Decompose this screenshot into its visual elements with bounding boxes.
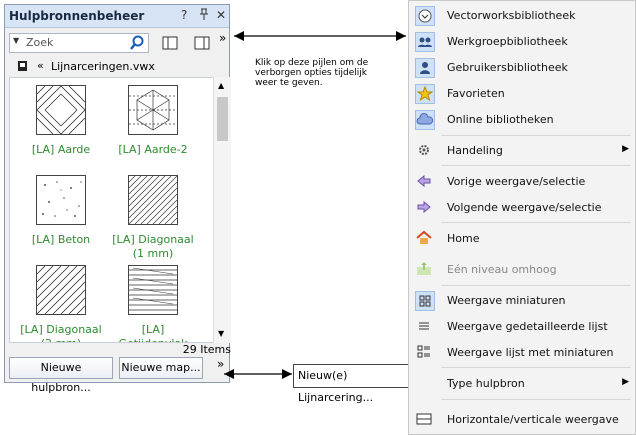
menu-item-favorites[interactable]: Favorieten (409, 81, 635, 107)
menu-separator (441, 222, 631, 223)
star-icon (415, 84, 435, 104)
hatch-thumbnail (128, 265, 178, 315)
hatch-thumbnail (128, 175, 178, 225)
menu-label: Gebruikersbibliotheek (447, 61, 568, 74)
menu-label: Weergave gedetailleerde lijst (447, 320, 608, 333)
menu-label: Werkgroepbibliotheek (447, 35, 568, 48)
hatch-thumbnail (128, 85, 178, 135)
menu-item-online-libraries[interactable]: Online bibliotheken (409, 107, 635, 133)
menu-item-user-library[interactable]: Gebruikersbibliotheek (409, 55, 635, 81)
folder-up-icon (415, 260, 435, 280)
menu-item-vectorworks-library[interactable]: Vectorworksbibliotheek (409, 3, 635, 29)
palette-title-bar[interactable]: Hulpbronnenbeheer ? ✕ (5, 5, 229, 28)
user-icon (415, 58, 435, 78)
resource-label: [LA] Diagonaal (2 mm) (20, 323, 102, 342)
menu-label: Eén niveau omhoog (447, 263, 557, 276)
menu-item-resource-type[interactable]: Type hulpbron ▶ (409, 371, 635, 397)
search-field[interactable]: ▼ Zoek (9, 33, 149, 53)
menu-label: Volgende weergave/selectie (447, 201, 602, 214)
new-hatch-button[interactable]: Nieuw(e) Lijnarcering... (293, 364, 416, 404)
hatch-thumbnail (36, 175, 86, 225)
arrow-right-icon (415, 198, 435, 218)
file-path-bar[interactable]: « Lijnarceringen.vwx (9, 59, 227, 75)
menu-separator (441, 165, 631, 166)
menu-item-next-view[interactable]: Volgende weergave/selectie (409, 195, 635, 221)
menu-label: Weergave miniaturen (447, 294, 566, 307)
menu-label: Home (447, 232, 480, 245)
gear-icon (415, 141, 435, 161)
file-icon (17, 60, 28, 75)
file-name: Lijnarceringen.vwx (51, 60, 155, 73)
menu-item-thumbnail-list-view[interactable]: Weergave lijst met miniaturen (409, 340, 635, 366)
library-icon (415, 6, 435, 26)
submenu-arrow-icon: ▶ (622, 377, 629, 387)
menu-label: Handeling (447, 144, 503, 157)
search-dropdown-icon[interactable]: ▼ (13, 36, 19, 45)
menu-label: Favorieten (447, 87, 505, 100)
thumb-list-icon (415, 343, 435, 363)
menu-item-thumbnail-view[interactable]: Weergave miniaturen (409, 288, 635, 314)
scroll-thumb[interactable] (217, 97, 228, 141)
resource-item[interactable]: [LA] Aarde-2 (109, 85, 197, 157)
resource-label: [LA] Diagonaal (1 mm) (112, 233, 194, 260)
menu-item-action[interactable]: Handeling ▶ (409, 138, 635, 164)
submenu-arrow-icon: ▶ (622, 144, 629, 154)
menu-label: Online bibliotheken (447, 113, 554, 126)
workgroup-icon (415, 32, 435, 52)
resource-item[interactable]: [LA] Diagonaal (1 mm) (109, 175, 197, 261)
callout-arrow-top (234, 31, 406, 41)
menu-item-horizontal-vertical-view[interactable]: Horizontale/verticale weergave (409, 407, 635, 433)
menu-label: Vorige weergave/selectie (447, 175, 586, 188)
menu-label: Weergave lijst met miniaturen (447, 346, 614, 359)
resource-label: [LA] Aarde (31, 143, 91, 156)
new-resource-button[interactable]: Nieuwe hulpbron... (9, 357, 113, 394)
item-count: 29 Items (182, 343, 231, 356)
scroll-down-icon[interactable]: ▼ (218, 329, 224, 338)
options-menu: Vectorworksbibliotheek Werkgroepbiblioth… (408, 0, 636, 435)
help-icon[interactable]: ? (181, 8, 187, 22)
menu-label: Type hulpbron (447, 377, 525, 390)
menu-item-previous-view[interactable]: Vorige weergave/selectie (409, 169, 635, 195)
menu-separator (441, 135, 631, 136)
resource-label: [LA] Beton (31, 233, 91, 246)
hatch-thumbnail (36, 265, 86, 315)
menu-item-detailed-list-view[interactable]: Weergave gedetailleerde lijst (409, 314, 635, 340)
resource-manager-palette: Hulpbronnenbeheer ? ✕ ▼ Zoek » « Lijnarc… (4, 4, 231, 394)
menu-separator (441, 399, 631, 400)
menu-separator (441, 367, 631, 368)
resource-label: [LA] Aarde-2 (118, 143, 188, 156)
menu-item-home[interactable]: Home (409, 226, 635, 252)
resource-grid: [LA] Aarde [LA] Aarde-2 [LA] Beton [LA] … (9, 77, 231, 343)
split-view-icon (415, 410, 435, 430)
list-view-icon (415, 317, 435, 337)
menu-label: Horizontale/verticale weergave (447, 413, 619, 426)
palette-title: Hulpbronnenbeheer (9, 9, 145, 23)
menu-item-workgroup-library[interactable]: Werkgroepbibliotheek (409, 29, 635, 55)
resource-label: [LA] Getijdenvlak (118, 323, 187, 342)
callout-arrow-bottom (224, 369, 292, 379)
resource-item[interactable]: [LA] Beton (17, 175, 105, 247)
pin-icon[interactable] (199, 8, 209, 23)
grid-view-icon (415, 291, 435, 311)
resource-item[interactable]: [LA] Aarde (17, 85, 105, 157)
search-icon[interactable] (129, 35, 145, 54)
resource-item[interactable]: [LA] Diagonaal (2 mm) (17, 265, 105, 342)
preview-pane-icon[interactable] (159, 33, 181, 53)
vertical-scrollbar[interactable]: ▲ ▼ (213, 77, 231, 343)
home-icon (415, 229, 435, 249)
menu-separator (441, 285, 631, 286)
cloud-icon (415, 110, 435, 130)
new-folder-button[interactable]: Nieuwe map... (119, 357, 203, 379)
callout-text: Klik op deze pijlen om de verborgen opti… (255, 58, 369, 88)
hatch-thumbnail (36, 85, 86, 135)
split-pane-icon[interactable] (191, 33, 213, 53)
menu-item-up-one-level: Eén niveau omhoog (409, 257, 635, 283)
menu-label: Vectorworksbibliotheek (447, 9, 576, 22)
search-placeholder: Zoek (26, 36, 54, 49)
resource-item[interactable]: [LA] Getijdenvlak (109, 265, 197, 342)
back-arrows[interactable]: « (37, 59, 44, 72)
scroll-up-icon[interactable]: ▲ (218, 81, 224, 90)
arrow-left-icon (415, 172, 435, 192)
close-icon[interactable]: ✕ (216, 8, 226, 22)
